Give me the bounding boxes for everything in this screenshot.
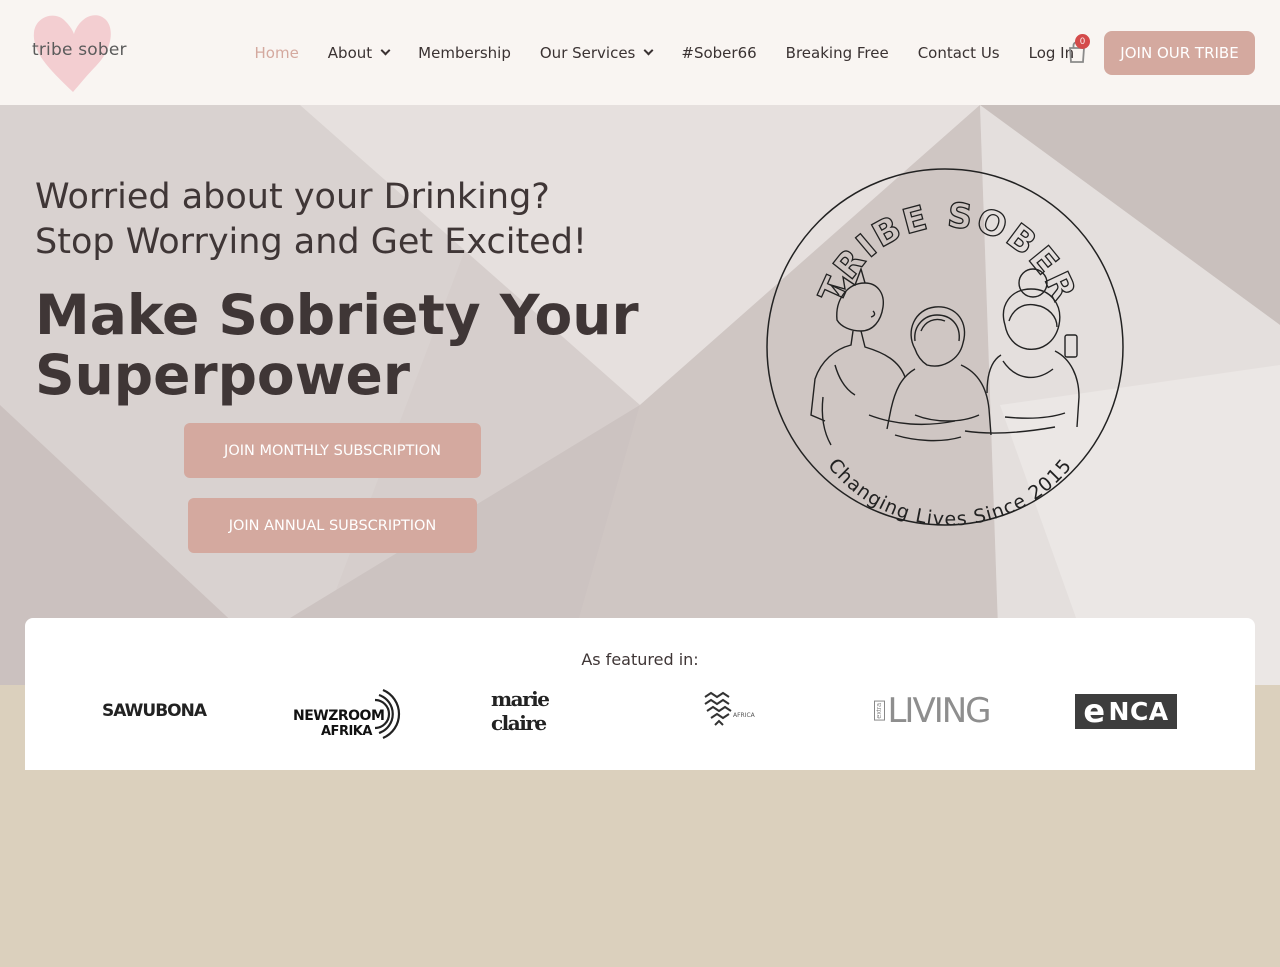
join-annual-subscription-button[interactable]: JOIN ANNUAL SUBSCRIPTION bbox=[188, 498, 477, 553]
main-nav: Home About Membership Our Services #Sobe… bbox=[240, 0, 1089, 105]
nav-label: #Sober66 bbox=[681, 43, 757, 62]
nav-label: Contact Us bbox=[917, 43, 1000, 62]
marie-claire-logo: marie claire bbox=[491, 682, 595, 740]
featured-in-section: As featured in: SAWUBONA NEWZROOM AFRIKA… bbox=[25, 618, 1255, 770]
hero-title: Make Sobriety Your Superpower bbox=[35, 283, 639, 407]
nav-label: Breaking Free bbox=[785, 43, 889, 62]
enca-e-text: e bbox=[1083, 692, 1106, 730]
tribe-sober-seal: TRIBE SOBER Changing Lives Since 2015 bbox=[766, 168, 1124, 530]
seal-bottom-text: Changing Lives Since 2015 bbox=[824, 454, 1077, 530]
nav-label: Our Services bbox=[539, 43, 636, 62]
nav-contact-us[interactable]: Contact Us bbox=[903, 44, 1014, 62]
chevron-down-icon bbox=[380, 45, 391, 56]
chevron-down-icon bbox=[643, 45, 654, 56]
nav-our-services[interactable]: Our Services bbox=[525, 44, 667, 62]
hero-subtitle-line1: Worried about your Drinking? bbox=[35, 177, 550, 217]
nav-home[interactable]: Home bbox=[240, 44, 313, 62]
site-header: tribe sober Home About Membership Our Se… bbox=[0, 0, 1280, 105]
marie-claire-text: marie claire bbox=[491, 687, 550, 735]
tribe-sober-logo[interactable]: tribe sober bbox=[28, 8, 138, 98]
living-text: LIVING bbox=[887, 691, 991, 731]
join-monthly-subscription-button[interactable]: JOIN MONTHLY SUBSCRIPTION bbox=[184, 423, 481, 478]
sawubona-text: SAWUBONA bbox=[102, 701, 207, 721]
nav-label: Membership bbox=[418, 43, 511, 62]
africa-text: AFRICA bbox=[733, 712, 756, 719]
enca-text: NCA bbox=[1108, 696, 1169, 726]
nav-breaking-free[interactable]: Breaking Free bbox=[771, 44, 903, 62]
africa-logo: AFRICA bbox=[701, 682, 763, 740]
join-our-tribe-button[interactable]: JOIN OUR TRIBE bbox=[1104, 31, 1255, 75]
nav-sober66[interactable]: #Sober66 bbox=[667, 44, 771, 62]
sawubona-logo: SAWUBONA bbox=[102, 682, 207, 740]
newzroom-text: NEWZROOM bbox=[293, 708, 384, 724]
newzroom-afrika-logo: NEWZROOM AFRIKA bbox=[293, 682, 403, 740]
featured-title: As featured in: bbox=[581, 650, 699, 669]
nav-label: About bbox=[327, 43, 373, 62]
hero-section: Worried about your Drinking? Stop Worryi… bbox=[0, 105, 1280, 685]
nav-membership[interactable]: Membership bbox=[404, 44, 526, 62]
nav-about[interactable]: About bbox=[313, 44, 403, 62]
extra-living-logo: extra LIVING bbox=[874, 682, 992, 740]
logo-text: tribe sober bbox=[32, 40, 127, 60]
hero-subtitle-line2: Stop Worrying and Get Excited! bbox=[35, 222, 587, 262]
nav-label: Home bbox=[254, 43, 299, 62]
living-extra-text: extra bbox=[874, 701, 886, 721]
afrika-text: AFRIKA bbox=[321, 724, 372, 739]
enca-logo: e NCA bbox=[1075, 682, 1177, 740]
cart-count-badge: 0 bbox=[1075, 34, 1090, 49]
